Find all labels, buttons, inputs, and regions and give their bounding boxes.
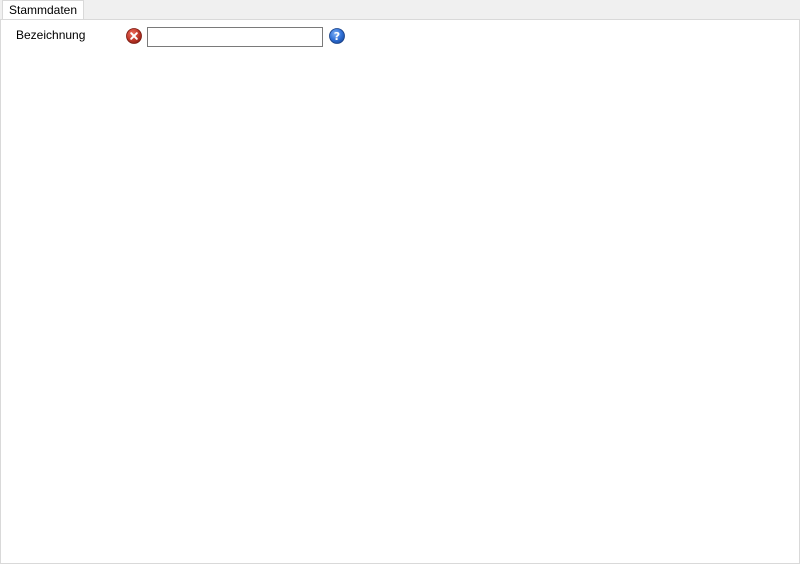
svg-text:?: ? (334, 30, 340, 43)
error-icon (126, 28, 142, 44)
help-icon[interactable]: ? (329, 28, 345, 44)
tab-panel-stammdaten: Bezeichnung ? (0, 19, 800, 564)
bezeichnung-label: Bezeichnung (16, 28, 86, 42)
bezeichnung-input[interactable] (147, 27, 323, 47)
form-window: Stammdaten Bezeichnung ? (0, 0, 800, 564)
tab-stammdaten[interactable]: Stammdaten (2, 0, 85, 19)
tab-strip: Stammdaten (0, 0, 800, 20)
